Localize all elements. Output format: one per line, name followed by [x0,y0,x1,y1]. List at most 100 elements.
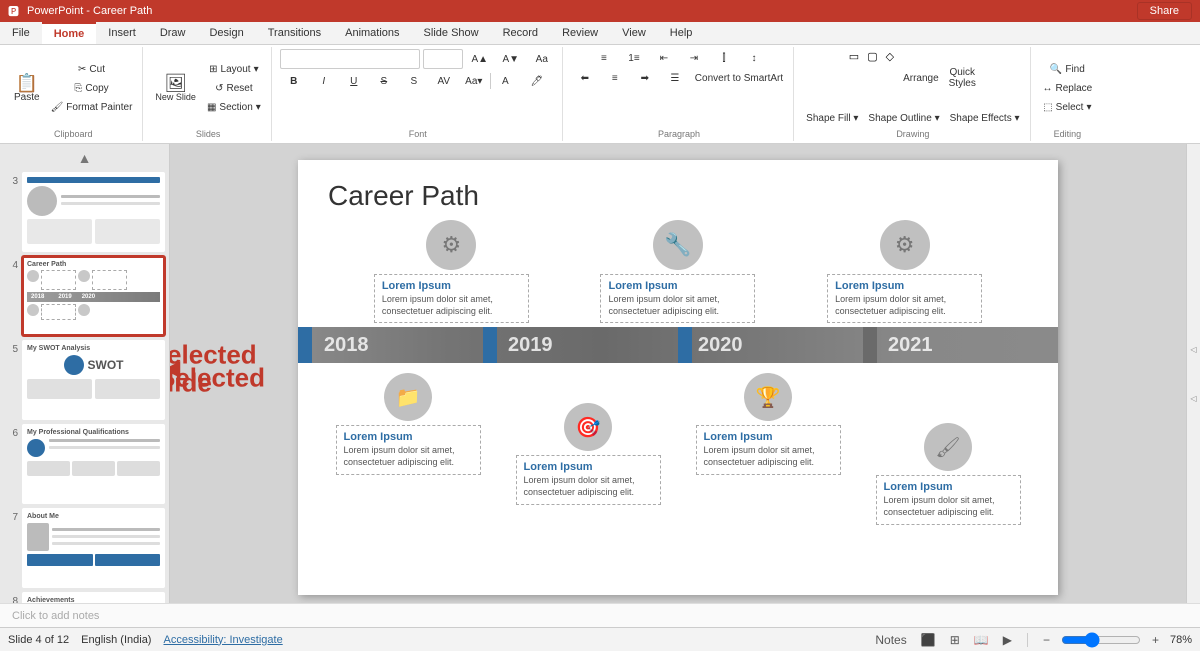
tab-transitions[interactable]: Transitions [256,22,333,44]
divider [490,73,491,89]
notes-button[interactable]: Notes [872,633,909,647]
strikethrough-button[interactable]: S [370,72,398,90]
tab-insert[interactable]: Insert [96,22,148,44]
shape-diamond[interactable]: ◇ [883,49,897,107]
case-button[interactable]: Aa▾ [460,72,488,90]
decrease-font-button[interactable]: A▼ [497,50,525,68]
paste-button[interactable]: 📋 Paste [10,59,44,117]
justify-button[interactable]: ☰ [661,69,689,87]
timeline-text-2: Lorem ipsum dolor sit amet, consectetuer… [608,294,747,317]
tab-help[interactable]: Help [658,22,705,44]
layout-button[interactable]: ⊞ Layout ▾ [203,60,265,78]
notes-bar[interactable]: Click to add notes [0,603,1200,627]
copy-button[interactable]: ⎘ Copy [47,79,137,97]
title-bar: 🅿 PowerPoint - Career Path Share [0,0,1200,22]
slide-img-7[interactable]: About Me [22,508,165,588]
shape-outline-button[interactable]: Shape Outline ▾ [864,109,943,127]
shape-effects-button[interactable]: Shape Effects ▾ [946,109,1024,127]
char-spacing-button[interactable]: AV [430,72,458,90]
arrange-button[interactable]: Arrange [899,49,943,107]
align-right-button[interactable]: ➡ [631,69,659,87]
zoom-in-button[interactable]: + [1149,633,1162,647]
timeline-box-b1: Lorem Ipsum Lorem ipsum dolor sit amet, … [336,425,481,474]
slide-num-5: 5 [4,344,18,355]
font-name-input[interactable] [280,49,420,69]
columns-button[interactable]: ⫿ [710,49,738,67]
align-left-button[interactable]: ⬅ [571,69,599,87]
timeline-box-b3: Lorem Ipsum Lorem ipsum dolor sit amet, … [696,425,841,474]
slide-thumb-6[interactable]: 6 My Professional Qualifications [4,424,165,504]
find-button[interactable]: 🔍 Find [1039,60,1097,78]
share-button[interactable]: Share [1137,2,1192,20]
tab-slideshow[interactable]: Slide Show [412,22,491,44]
italic-button[interactable]: I [310,72,338,90]
cut-button[interactable]: ✂ Cut [47,60,137,78]
new-slide-button[interactable]: 🖼 New Slide [151,59,200,117]
timeline-title-3: Lorem Ipsum [835,280,974,292]
timeline-icon-1: ⚙ [426,220,476,270]
slides-label: Slides [151,127,264,139]
tab-file[interactable]: File [0,22,42,44]
section-button[interactable]: ▦ Section ▾ [203,98,265,116]
timeline-title-1: Lorem Ipsum [382,280,521,292]
line-spacing-button[interactable]: ↕ [740,49,768,67]
slide-thumb-5[interactable]: 5 My SWOT Analysis SWOT [4,340,165,420]
font-color-button[interactable]: A [493,72,521,90]
slide-img-3[interactable] [22,172,165,252]
tab-design[interactable]: Design [197,22,255,44]
clear-format-button[interactable]: Aa [528,50,556,68]
slide-img-8[interactable]: Achievements [22,592,165,603]
decrease-indent-button[interactable]: ⇤ [650,49,678,67]
zoom-level: 78% [1170,634,1192,646]
smartart-button[interactable]: Convert to SmartArt [691,69,787,87]
slide-img-6[interactable]: My Professional Qualifications [22,424,165,504]
replace-button[interactable]: ↔ Replace [1039,79,1097,97]
shape-rounded-rect[interactable]: ▢ [864,49,880,107]
notes-placeholder[interactable]: Click to add notes [12,610,99,622]
shadow-button[interactable]: S [400,72,428,90]
increase-font-button[interactable]: A▲ [466,50,494,68]
scroll-up-button[interactable]: ▲ [4,148,165,168]
tab-record[interactable]: Record [491,22,550,44]
bullets-button[interactable]: ≡ [590,49,618,67]
numbering-button[interactable]: 1≡ [620,49,648,67]
zoom-slider[interactable] [1061,632,1141,648]
slide-img-4[interactable]: Career Path 2018 2019 2020 [22,256,165,336]
accessibility[interactable]: Accessibility: Investigate [163,634,282,646]
slide-thumb-3[interactable]: 3 [4,172,165,252]
increase-indent-button[interactable]: ⇥ [680,49,708,67]
zoom-out-button[interactable]: − [1040,633,1053,647]
slide-thumb-7[interactable]: 7 About Me [4,508,165,588]
slideshow-button[interactable]: ▶ [1000,633,1015,647]
timeline-item-bottom-1: 📁 Lorem Ipsum Lorem ipsum dolor sit amet… [336,373,481,474]
tab-view[interactable]: View [610,22,658,44]
slide-canvas[interactable]: Career Path ⚙ Lorem Ipsum Lorem ipsum do… [298,160,1058,595]
sidebar-icon-1: ◁ [1190,345,1196,354]
tab-draw[interactable]: Draw [148,22,198,44]
slide-sorter-button[interactable]: ⊞ [947,633,963,647]
timeline-icon-b3: 🏆 [744,373,792,421]
timeline-title-b1: Lorem Ipsum [344,431,473,443]
slide-img-5[interactable]: My SWOT Analysis SWOT [22,340,165,420]
select-button[interactable]: ⬚ Select ▾ [1039,98,1097,116]
slide-canvas-wrapper: Selected — ◄ Selected Slide Career Path [298,160,1058,595]
tab-animations[interactable]: Animations [333,22,411,44]
timeline-icon-b1: 📁 [384,373,432,421]
align-center-button[interactable]: ≡ [601,69,629,87]
bold-button[interactable]: B [280,72,308,90]
tab-home[interactable]: Home [42,22,97,44]
normal-view-button[interactable]: ⬛ [918,633,939,647]
reset-button[interactable]: ↺ Reset [203,79,265,97]
highlight-button[interactable]: 🖊 [523,72,551,90]
reading-view-button[interactable]: 📖 [971,633,992,647]
slide-thumb-8[interactable]: 8 Achievements [4,592,165,603]
status-bar-right: Notes ⬛ ⊞ 📖 ▶ − + 78% [872,632,1192,648]
underline-button[interactable]: U [340,72,368,90]
shape-rect[interactable]: ▭ [846,49,862,107]
shape-fill-button[interactable]: Shape Fill ▾ [802,109,862,127]
quick-styles-button[interactable]: QuickStyles [945,49,980,107]
format-painter-button[interactable]: 🖌 Format Painter [47,98,137,116]
tab-review[interactable]: Review [550,22,610,44]
slide-thumb-4[interactable]: 4 Career Path 2018 2019 2020 [4,256,165,336]
font-size-input[interactable] [423,49,463,69]
